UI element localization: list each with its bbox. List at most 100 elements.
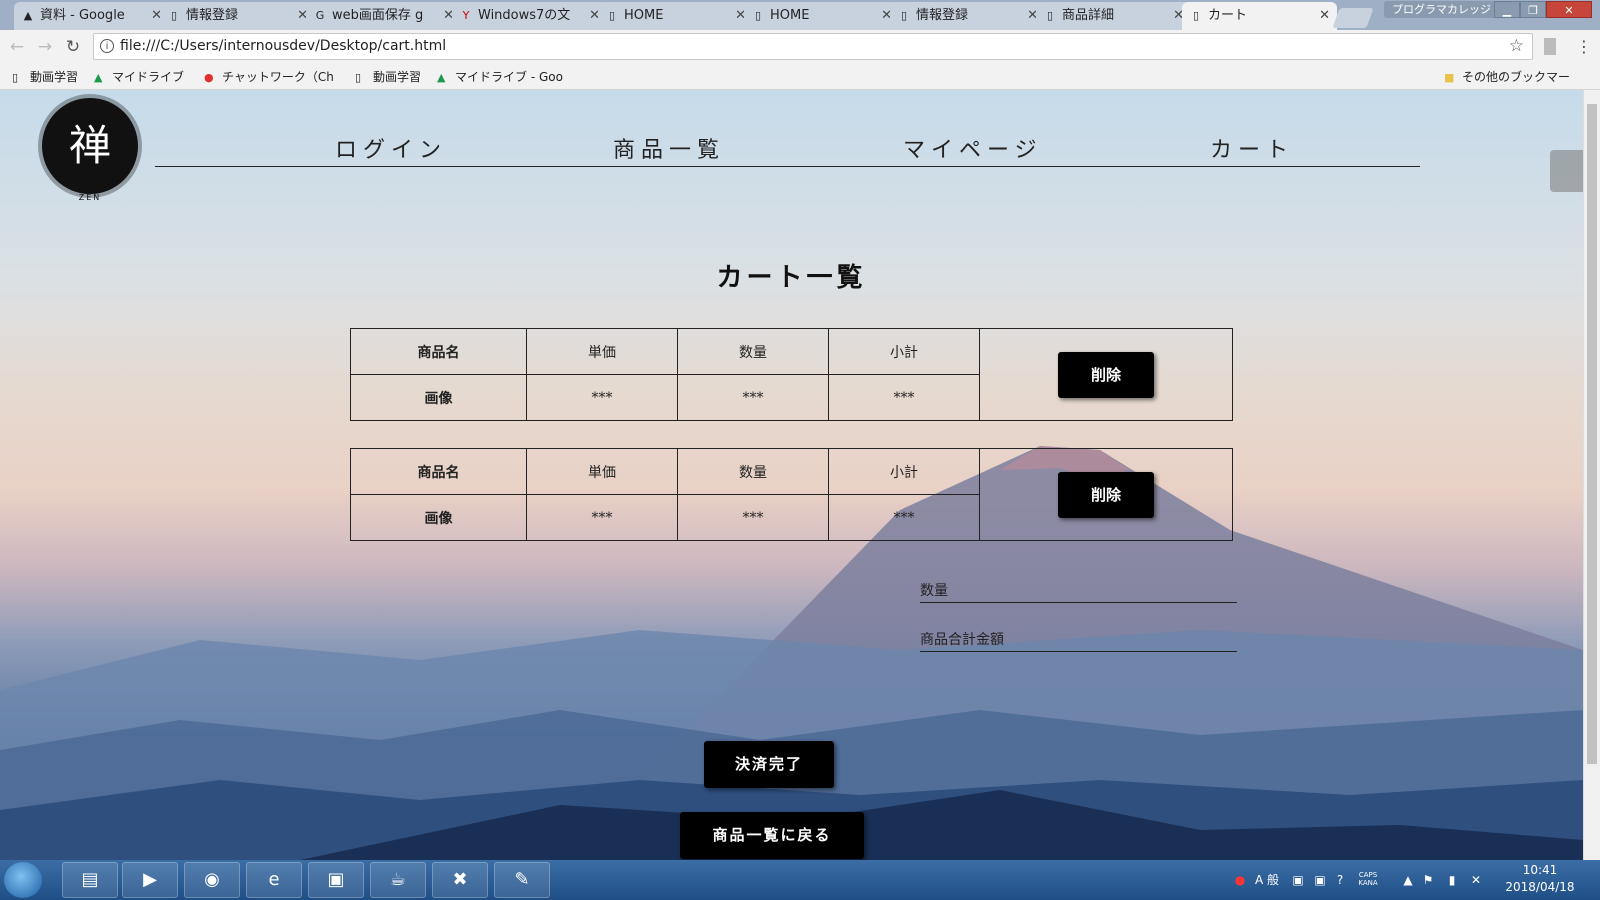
notification-icon[interactable]: ● xyxy=(1232,872,1248,888)
browser-tab[interactable]: ▲ 資料 - Google ✕ xyxy=(14,2,169,30)
product-name-label: 商品名 xyxy=(350,448,527,495)
unit-price-label: 単価 xyxy=(526,328,678,375)
reload-icon[interactable]: ↻ xyxy=(62,36,84,58)
zen-logo[interactable]: 禅 xyxy=(42,98,138,194)
browser-tab-bar: ▲ 資料 - Google ✕ ▯ 情報登録 ✕ Gweb画面保存 g ✕ Y Window… xyxy=(0,0,1600,30)
caps-kana-indicator: CAPS KANA xyxy=(1358,871,1378,887)
browser-tab[interactable]: Gweb画面保存 g ✕ xyxy=(306,2,461,30)
chatwork-icon: ● xyxy=(204,71,214,84)
browser-tab[interactable]: ▯ HOME ✕ xyxy=(744,2,899,30)
paint-icon[interactable]: ✎ xyxy=(494,862,550,898)
star-icon[interactable]: ☆ xyxy=(1509,34,1524,59)
browser-tab[interactable]: ▯ 情報登録 ✕ xyxy=(160,2,315,30)
unit-price-label: 単価 xyxy=(526,448,678,495)
menu-dots-icon[interactable]: ⋮ xyxy=(1576,34,1592,60)
url-text[interactable]: file:///C:/Users/internousdev/Desktop/ca… xyxy=(120,34,446,59)
page-icon: ▯ xyxy=(1046,9,1054,22)
back-to-products-button[interactable]: 商品一覧に戻る xyxy=(680,812,864,859)
page-icon: ▯ xyxy=(608,9,616,22)
network-icon[interactable]: ▮ xyxy=(1444,872,1460,888)
browser-toolbar: ← → ↻ i file:///C:/Users/internousdev/De… xyxy=(0,30,1600,64)
volume-muted-icon[interactable]: ✕ xyxy=(1468,872,1484,888)
nav-product-list[interactable]: 商品一覧 xyxy=(613,132,725,164)
product-image-label: 画像 xyxy=(350,374,527,421)
extension-icon[interactable] xyxy=(1544,38,1556,55)
profile-button[interactable]: プログラマカレッジ xyxy=(1384,1,1499,18)
subtotal-value: *** xyxy=(828,494,980,541)
cart-item-table: 商品名 単価 数量 小計 削除 画像 *** *** *** xyxy=(350,328,1233,421)
new-tab-button[interactable] xyxy=(1332,8,1374,28)
quantity-label: 数量 xyxy=(677,448,829,495)
drive-icon: ▲ xyxy=(23,9,33,22)
bookmark-item[interactable]: ▯ 動画学習 xyxy=(355,64,421,91)
bookmarks-bar: ▯ 動画学習 ▲ マイドライブ ● チャットワーク（Ch ▯ 動画学習 ▲ マイドライブ … xyxy=(0,64,1600,90)
browser-tab[interactable]: ▯ 情報登録 ✕ xyxy=(890,2,1045,30)
close-icon[interactable]: ✕ xyxy=(1319,2,1330,30)
delete-button[interactable]: 削除 xyxy=(1058,351,1154,398)
total-price-field: 商品合計金額 xyxy=(920,629,1237,652)
chrome-icon[interactable]: ◉ xyxy=(184,862,240,898)
page-viewport: 禅 ZEN ログイン 商品一覧 マイページ カート カート一覧 商品名 単価 数… xyxy=(0,90,1583,860)
bookmark-item[interactable]: ▯ 動画学習 xyxy=(12,64,78,91)
windows-taskbar: ▤ ▶ ◉ e ▣ ☕ ✖ ✎ ● A 般 ▣ ▣ ? CAPS KANA ▲ ⚑… xyxy=(0,860,1600,900)
bookmark-folder[interactable]: ■ その他のブックマー xyxy=(1444,64,1570,91)
unit-price-value: *** xyxy=(526,374,678,421)
forward-arrow-icon[interactable]: → xyxy=(34,36,56,58)
browser-tab[interactable]: Y Windows7の文 ✕ xyxy=(452,2,607,30)
drive-icon: ▲ xyxy=(94,71,103,84)
help-icon[interactable]: ? xyxy=(1332,872,1348,888)
back-arrow-icon[interactable]: ← xyxy=(6,36,28,58)
start-button[interactable] xyxy=(4,862,42,898)
info-icon[interactable]: i xyxy=(100,39,114,53)
page-scrollbar[interactable] xyxy=(1583,90,1600,860)
browser-tab-active[interactable]: ▯ カート ✕ xyxy=(1182,2,1337,30)
media-player-icon[interactable]: ▶ xyxy=(122,862,178,898)
maximize-icon[interactable]: ❐ xyxy=(1520,1,1546,18)
tray-app-icon[interactable]: ▣ xyxy=(1290,872,1306,888)
quantity-label: 数量 xyxy=(677,328,829,375)
ide-icon[interactable]: ▣ xyxy=(308,862,364,898)
browser-tab[interactable]: ▯ HOME ✕ xyxy=(598,2,753,30)
quantity-value: *** xyxy=(677,374,829,421)
page-icon: ▯ xyxy=(12,71,19,84)
bookmark-item[interactable]: ▲ マイドライブ xyxy=(94,64,184,91)
page-icon: ▯ xyxy=(754,9,762,22)
product-name-label: 商品名 xyxy=(350,328,527,375)
clock[interactable]: 10:41 2018/04/18 xyxy=(1500,862,1580,896)
folder-icon: ■ xyxy=(1444,71,1455,84)
internet-explorer-icon[interactable]: e xyxy=(246,862,302,898)
subtotal-value: *** xyxy=(828,374,980,421)
page-icon: ▯ xyxy=(1192,9,1200,22)
page-title: カート一覧 xyxy=(716,263,867,293)
checkout-button[interactable]: 決済完了 xyxy=(704,741,834,788)
ime-indicator[interactable]: A 般 xyxy=(1252,872,1282,888)
product-image-label: 画像 xyxy=(350,494,527,541)
delete-cell: 削除 xyxy=(979,328,1233,421)
clock-date: 2018/04/18 xyxy=(1505,880,1575,894)
overlay-widget[interactable] xyxy=(1550,150,1583,192)
chevron-up-icon[interactable]: ▲ xyxy=(1400,872,1416,888)
drive-icon: ▲ xyxy=(437,71,446,84)
xampp-icon[interactable]: ✖ xyxy=(432,862,488,898)
flag-icon[interactable]: ⚑ xyxy=(1420,872,1436,888)
tray-app-icon[interactable]: ▣ xyxy=(1312,872,1328,888)
nav-login[interactable]: ログイン xyxy=(335,132,447,164)
window-close-icon[interactable]: ✕ xyxy=(1546,1,1592,18)
subtotal-label: 小計 xyxy=(828,328,980,375)
quantity-value: *** xyxy=(677,494,829,541)
google-icon: G xyxy=(315,9,325,22)
bookmark-item[interactable]: ▲ マイドライブ - Goo xyxy=(437,64,563,91)
minimize-icon[interactable]: ▁ xyxy=(1494,1,1520,18)
delete-button[interactable]: 削除 xyxy=(1058,471,1154,518)
browser-tab[interactable]: ▯ 商品詳細 ✕ xyxy=(1036,2,1191,30)
java-ee-ide-icon[interactable]: ☕ xyxy=(370,862,426,898)
explorer-icon[interactable]: ▤ xyxy=(62,862,118,898)
clock-time: 10:41 xyxy=(1522,863,1558,877)
nav-cart[interactable]: カート xyxy=(1210,132,1294,164)
address-bar[interactable]: i file:///C:/Users/internousdev/Desktop/… xyxy=(93,33,1533,60)
nav-mypage[interactable]: マイページ xyxy=(903,132,1043,164)
total-quantity-field: 数量 xyxy=(920,580,1237,603)
bookmark-item[interactable]: ● チャットワーク（Ch xyxy=(204,64,334,91)
page-icon: ▯ xyxy=(900,9,908,22)
scrollbar-thumb[interactable] xyxy=(1587,104,1597,764)
